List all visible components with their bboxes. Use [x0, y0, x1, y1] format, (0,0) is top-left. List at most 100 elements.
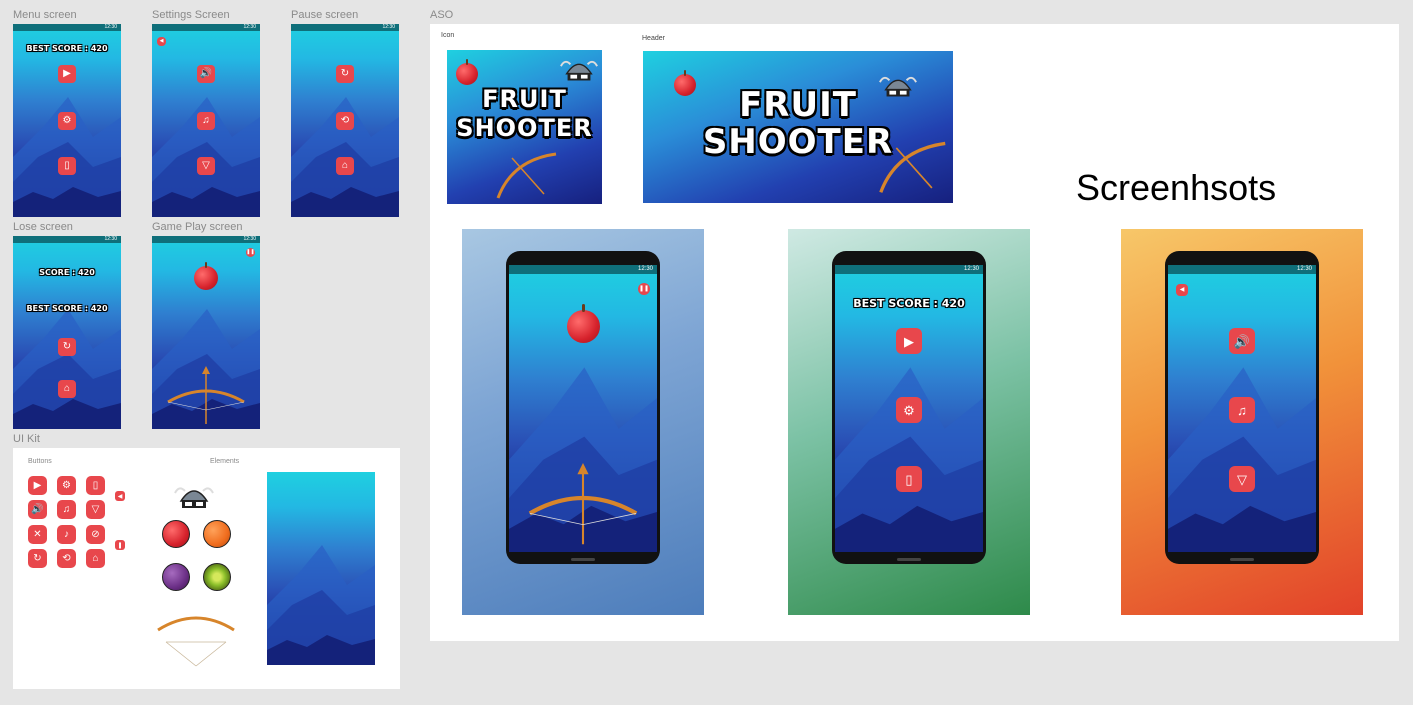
pause-button[interactable]: ❚❚ [246, 248, 255, 257]
frame-label-settings: Settings Screen [152, 9, 230, 21]
replay-icon: ↻ [340, 68, 350, 79]
kiwi-element [203, 563, 231, 591]
replay-button[interactable]: ↻ [58, 338, 76, 356]
kit-restart-button[interactable]: ⟲ [57, 549, 76, 568]
home-button[interactable]: ⌂ [336, 157, 354, 175]
screenshot-3: 12:30 ◀ 🔊 ♫ ▽ [1121, 229, 1363, 615]
exit-door-icon: ▯ [905, 471, 913, 487]
music-off-icon: ♪ [64, 529, 69, 540]
play-icon: ▶ [33, 480, 42, 491]
play-button[interactable]: ▶ [896, 328, 922, 354]
kit-mute-button[interactable]: ✕ [28, 525, 47, 544]
restart-button[interactable]: ⟲ [336, 112, 354, 130]
viking-helmet-icon [560, 60, 598, 81]
kit-trash-button[interactable]: ▽ [86, 500, 105, 519]
aso-panel: Icon Header FRUIT SHOOTER FRUIT SHOOTER … [430, 24, 1399, 641]
frame-label-pause: Pause screen [291, 9, 359, 21]
gear-icon: ⚙ [903, 402, 915, 418]
kit-play-button[interactable]: ▶ [28, 476, 47, 495]
music-note-icon: ♫ [202, 115, 210, 126]
score: SCORE : 420 [39, 268, 95, 277]
exit-button[interactable]: ▯ [896, 466, 922, 492]
trash-icon: ▽ [202, 160, 210, 171]
apple-target [194, 261, 218, 290]
gameplay-screen: 12:30 ❚❚ [152, 236, 260, 429]
trash-button[interactable]: ▽ [1229, 466, 1255, 492]
play-button[interactable]: ▶ [58, 65, 76, 83]
screenshot-2: 12:30 BEST SCORE : 420 ▶ ⚙ ▯ [788, 229, 1030, 615]
back-button[interactable]: ◀ [157, 37, 166, 46]
home-button[interactable]: ⌂ [58, 380, 76, 398]
replay-icon: ↻ [33, 553, 42, 564]
kit-home-button[interactable]: ⌂ [86, 549, 105, 568]
device-chin [897, 558, 921, 561]
speaker-icon: 🔊 [31, 504, 44, 515]
pause-icon: ❚ [117, 542, 123, 549]
best-score: BEST SCORE : 420 [26, 44, 108, 53]
sound-button[interactable]: 🔊 [197, 65, 215, 83]
music-button[interactable]: ♫ [1229, 397, 1255, 423]
icon-title-line1: FRUIT [482, 85, 567, 113]
orange-element [203, 520, 231, 548]
device-frame: 12:30 BEST SCORE : 420 ▶ ⚙ ▯ [832, 251, 986, 564]
header-label: Header [642, 35, 665, 42]
elements-label: Elements [210, 458, 240, 465]
restart-icon: ⟲ [62, 553, 71, 564]
back-icon: ◀ [117, 493, 123, 500]
bow-and-arrow [167, 366, 245, 424]
kit-sound-button[interactable]: 🔊 [28, 500, 47, 519]
kit-settings-button[interactable]: ⚙ [57, 476, 76, 495]
kit-pause-button[interactable]: ❚ [115, 540, 125, 550]
play-icon: ▶ [63, 68, 71, 79]
settings-button[interactable]: ⚙ [896, 397, 922, 423]
settings-button[interactable]: ⚙ [58, 112, 76, 130]
play-icon: ▶ [904, 333, 914, 349]
bow-graphic [879, 141, 946, 193]
status-bar: 12:30 [152, 24, 260, 31]
sound-button[interactable]: 🔊 [1229, 328, 1255, 354]
kit-replay-button[interactable]: ↻ [28, 549, 47, 568]
uikit-panel: Buttons Elements ▶ ⚙ ▯ ◀ 🔊 ♫ ▽ ✕ ♪ ⊘ ❚ ↻… [13, 448, 400, 689]
back-button[interactable]: ◀ [1176, 284, 1188, 296]
device-chin [571, 558, 595, 561]
kit-exit-button[interactable]: ▯ [86, 476, 105, 495]
replay-button[interactable]: ↻ [336, 65, 354, 83]
mangosteen-element [162, 563, 190, 591]
pause-button[interactable]: ❚❚ [638, 283, 650, 295]
lose-screen: 12:30 SCORE : 420 BEST SCORE : 420 ↻ ⌂ [13, 236, 121, 429]
device-screen: 12:30 BEST SCORE : 420 ▶ ⚙ ▯ [835, 265, 983, 552]
speaker-icon: 🔊 [199, 68, 213, 79]
status-bar: 12:30 [291, 24, 399, 31]
store-header-image: FRUIT SHOOTER [643, 51, 953, 203]
home-icon: ⌂ [92, 553, 99, 564]
status-bar: 12:30 [13, 236, 121, 243]
device-chin [1230, 558, 1254, 561]
restart-icon: ⟲ [340, 115, 350, 126]
device-frame: 12:30 ❚❚ [506, 251, 660, 564]
apple-target [567, 304, 600, 343]
pause-screen: 12:30 ↻ ⟲ ⌂ [291, 24, 399, 217]
music-button[interactable]: ♫ [197, 112, 215, 130]
kit-music-off-button[interactable]: ♪ [57, 525, 76, 544]
frame-label-uikit: UI Kit [13, 433, 40, 445]
icon-label: Icon [441, 32, 455, 39]
viking-helmet-icon [174, 487, 214, 508]
bow-and-arrow [528, 463, 638, 545]
best-score: BEST SCORE : 420 [26, 304, 108, 313]
kit-trash-off-button[interactable]: ⊘ [86, 525, 105, 544]
home-icon: ⌂ [63, 383, 71, 394]
trash-off-icon: ⊘ [91, 529, 100, 540]
kit-back-button[interactable]: ◀ [115, 491, 125, 501]
mountain-bg [267, 545, 375, 665]
trash-icon: ▽ [1237, 471, 1247, 487]
mountain-bg [13, 97, 121, 217]
settings-preview: 12:30 ◀ 🔊 ♫ ▽ [1168, 265, 1316, 552]
mountain-bg [13, 309, 121, 429]
kit-music-button[interactable]: ♫ [57, 500, 76, 519]
exit-button[interactable]: ▯ [58, 157, 76, 175]
trash-button[interactable]: ▽ [197, 157, 215, 175]
replay-icon: ↻ [62, 341, 72, 352]
bow-graphic [496, 152, 557, 199]
buttons-label: Buttons [28, 458, 52, 465]
status-bar: 12:30 [1168, 265, 1316, 274]
